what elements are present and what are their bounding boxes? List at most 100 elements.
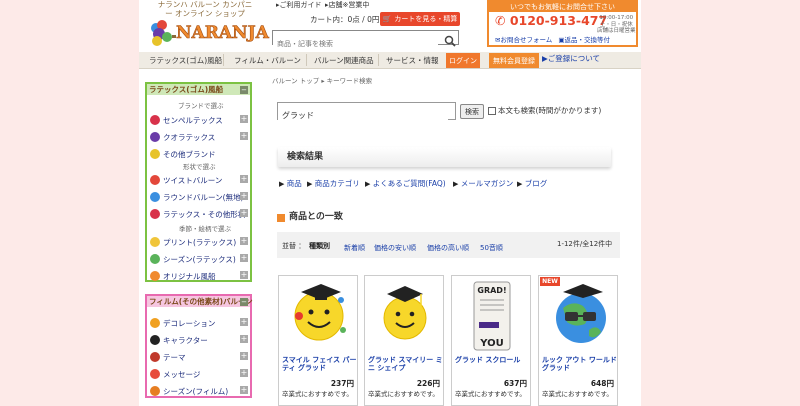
product-card[interactable]: GRAD! YOU グラッド スクロール 637円 卒業式におすすめです。	[451, 275, 531, 406]
product-name[interactable]: グラッド スクロール	[455, 356, 531, 364]
fulltext-checkbox[interactable]	[488, 107, 496, 115]
sidebar-item-latex-shape[interactable]: ラテックス・その他形状 +	[147, 205, 251, 221]
message-icon	[150, 369, 160, 379]
expand-icon[interactable]: +	[240, 209, 248, 217]
fulltext-label: 本文も検索(時間がかかります)	[498, 106, 602, 115]
expand-icon[interactable]: +	[240, 318, 248, 326]
site-search-input[interactable]	[273, 37, 438, 51]
expand-icon[interactable]: +	[240, 369, 248, 377]
expand-icon[interactable]: +	[240, 237, 248, 245]
product-card[interactable]: グラッド スマイリー ミニ シェイプ 226円 卒業式におすすめです。	[364, 275, 444, 406]
nav-service[interactable]: サービス・情報	[386, 55, 439, 66]
expand-icon[interactable]: +	[240, 132, 248, 140]
results-header	[278, 147, 611, 167]
contact-heading: いつでもお気軽にお問合せ下さい	[489, 2, 636, 12]
collapse-icon[interactable]: −	[240, 86, 248, 94]
tab-blog[interactable]: ▶ ブログ	[517, 178, 547, 189]
expand-icon[interactable]: +	[240, 335, 248, 343]
contact-box: いつでもお気軽にお問合せ下さい ✆ 0120-913-477 10:00-17:…	[487, 0, 638, 47]
balloon-icon	[150, 115, 160, 125]
register-info-link[interactable]: ▶ご登録について	[542, 55, 600, 63]
sidebar-item-qualatex[interactable]: クオラテックス +	[147, 128, 251, 144]
nav-latex[interactable]: ラテックス(ゴム)風船	[149, 55, 222, 66]
view-cart-button[interactable]: 🛒 カートを見る・精算	[380, 12, 460, 26]
new-badge: NEW	[540, 277, 560, 286]
sidebar-item-decoration[interactable]: デコレーション +	[147, 314, 251, 330]
business-hours: 10:00-17:00 土・日・祝休 店舗は日曜営業	[597, 15, 636, 35]
usage-guide-link[interactable]: ▸ご利用ガイド	[276, 2, 322, 9]
product-name[interactable]: グラッド スマイリー ミニ シェイプ	[368, 356, 444, 373]
sidebar-item-print[interactable]: プリント(ラテックス) +	[147, 233, 251, 249]
result-count: 1-12件/全12件中	[557, 240, 613, 248]
sidebar-item-twist[interactable]: ツイストバルーン +	[147, 171, 251, 187]
product-name[interactable]: ルック アウト ワールド グラッド	[542, 356, 618, 373]
return-link[interactable]: 返品・交換等付	[565, 36, 611, 44]
expand-icon[interactable]: +	[240, 352, 248, 360]
sidebar-item-sempertex[interactable]: センペルテックス +	[147, 111, 251, 127]
expand-icon[interactable]: +	[240, 192, 248, 200]
page: ナランハ バルーン カンパニー オンライン ショップ NARANJA ▸ご利用ガ…	[0, 0, 800, 406]
character-icon	[150, 335, 160, 345]
logo-text: NARANJA	[176, 23, 269, 43]
breadcrumb-home[interactable]: バルーン トップ	[272, 77, 319, 85]
contact-form-link[interactable]: お問合せフォーム	[500, 36, 552, 44]
product-card[interactable]: NEW ルック アウト ワールド グラッド 648円 卒業式におすすめです。	[538, 275, 618, 406]
store-status-link[interactable]: ▸店舗※営業中	[325, 2, 369, 9]
sort-kana[interactable]: 50音順	[480, 243, 503, 253]
balloon-icon	[150, 132, 160, 142]
expand-icon[interactable]: +	[240, 271, 248, 279]
product-desc: 卒業式におすすめです。	[455, 390, 526, 398]
sidebar-item-round[interactable]: ラウンドバルーン(無地) +	[147, 188, 251, 204]
keyword-input[interactable]	[278, 107, 448, 124]
sidebar-film-heading: フィルム(その他素材)バルーン	[147, 296, 253, 307]
phone-number[interactable]: ✆ 0120-913-477	[495, 13, 607, 28]
expand-icon[interactable]: +	[240, 254, 248, 262]
scroll-text-grad: GRAD!	[477, 286, 506, 295]
cart-count: カート内：0点 / 0円	[310, 15, 380, 24]
product-desc: 卒業式におすすめです。	[542, 390, 613, 398]
shop-subtitle: ナランハ バルーン カンパニー オンライン ショップ	[157, 0, 253, 18]
nav-related[interactable]: バルーン関連商品	[314, 55, 374, 66]
results-title: 検索結果	[287, 152, 324, 162]
expand-icon[interactable]: +	[240, 175, 248, 183]
site-search	[272, 30, 459, 51]
tab-products[interactable]: ▶ 商品	[279, 178, 302, 189]
product-name[interactable]: スマイル フェイス パーティ グラッド	[282, 356, 358, 373]
twist-balloon-icon	[150, 175, 160, 185]
sidebar-item-message[interactable]: メッセージ +	[147, 365, 251, 381]
search-button[interactable]: 検索	[460, 104, 484, 119]
sidebar-latex-heading: ラテックス(ゴム)風船	[147, 84, 250, 95]
sidebar-latex: ラテックス(ゴム)風船 − ブランドで選ぶ センペルテックス + クオラテックス +…	[145, 82, 252, 282]
sidebar-item-character[interactable]: キャラクター +	[147, 331, 251, 347]
sidebar-item-original[interactable]: オリジナル風船 +	[147, 267, 251, 283]
member-register-button[interactable]: 無料会員登録	[489, 53, 539, 68]
breadcrumb: バルーン トップ ▸ キーワード検索	[272, 77, 373, 85]
sort-newest[interactable]: 新着順	[344, 243, 365, 253]
tab-categories[interactable]: ▶ 商品カテゴリ	[307, 178, 360, 189]
tab-mailmag[interactable]: ▶ メールマガジン	[453, 178, 513, 189]
sidebar-sub-brand: ブランドで選ぶ	[178, 102, 224, 110]
section-icon	[277, 214, 285, 222]
sort-by-type[interactable]: 種類別	[309, 243, 330, 250]
smiley-icon	[150, 237, 160, 247]
sidebar-item-theme[interactable]: テーマ +	[147, 348, 251, 364]
sidebar-item-other-brand[interactable]: その他ブランド	[147, 145, 251, 161]
sort-price-desc[interactable]: 価格の高い順	[427, 243, 469, 253]
phone-icon: ✆	[495, 13, 510, 28]
tab-faq[interactable]: ▶ よくあるご質問(FAQ)	[365, 178, 446, 189]
collapse-icon[interactable]: −	[240, 298, 248, 306]
nav-film[interactable]: フィルム・バルーン	[234, 55, 301, 66]
expand-icon[interactable]: +	[240, 386, 248, 394]
contact-links: ✉お問合せフォーム ▣返品・交換等付	[495, 37, 610, 44]
sidebar-item-season-latex[interactable]: シーズン(ラテックス) +	[147, 250, 251, 266]
sort-price-asc[interactable]: 価格の安い順	[374, 243, 416, 253]
breadcrumb-current: キーワード検索	[326, 77, 373, 85]
login-button[interactable]: ログイン	[446, 53, 480, 68]
expand-icon[interactable]: +	[240, 115, 248, 123]
product-desc: 卒業式におすすめです。	[368, 390, 439, 398]
sidebar-item-season-film[interactable]: シーズン(フィルム) +	[147, 382, 251, 398]
search-icon[interactable]	[444, 32, 456, 47]
site-logo[interactable]: NARANJA	[148, 18, 269, 48]
sort-label: 並替 ：	[282, 242, 306, 250]
product-card[interactable]: スマイル フェイス パーティ グラッド 237円 卒業式におすすめです。	[278, 275, 358, 406]
